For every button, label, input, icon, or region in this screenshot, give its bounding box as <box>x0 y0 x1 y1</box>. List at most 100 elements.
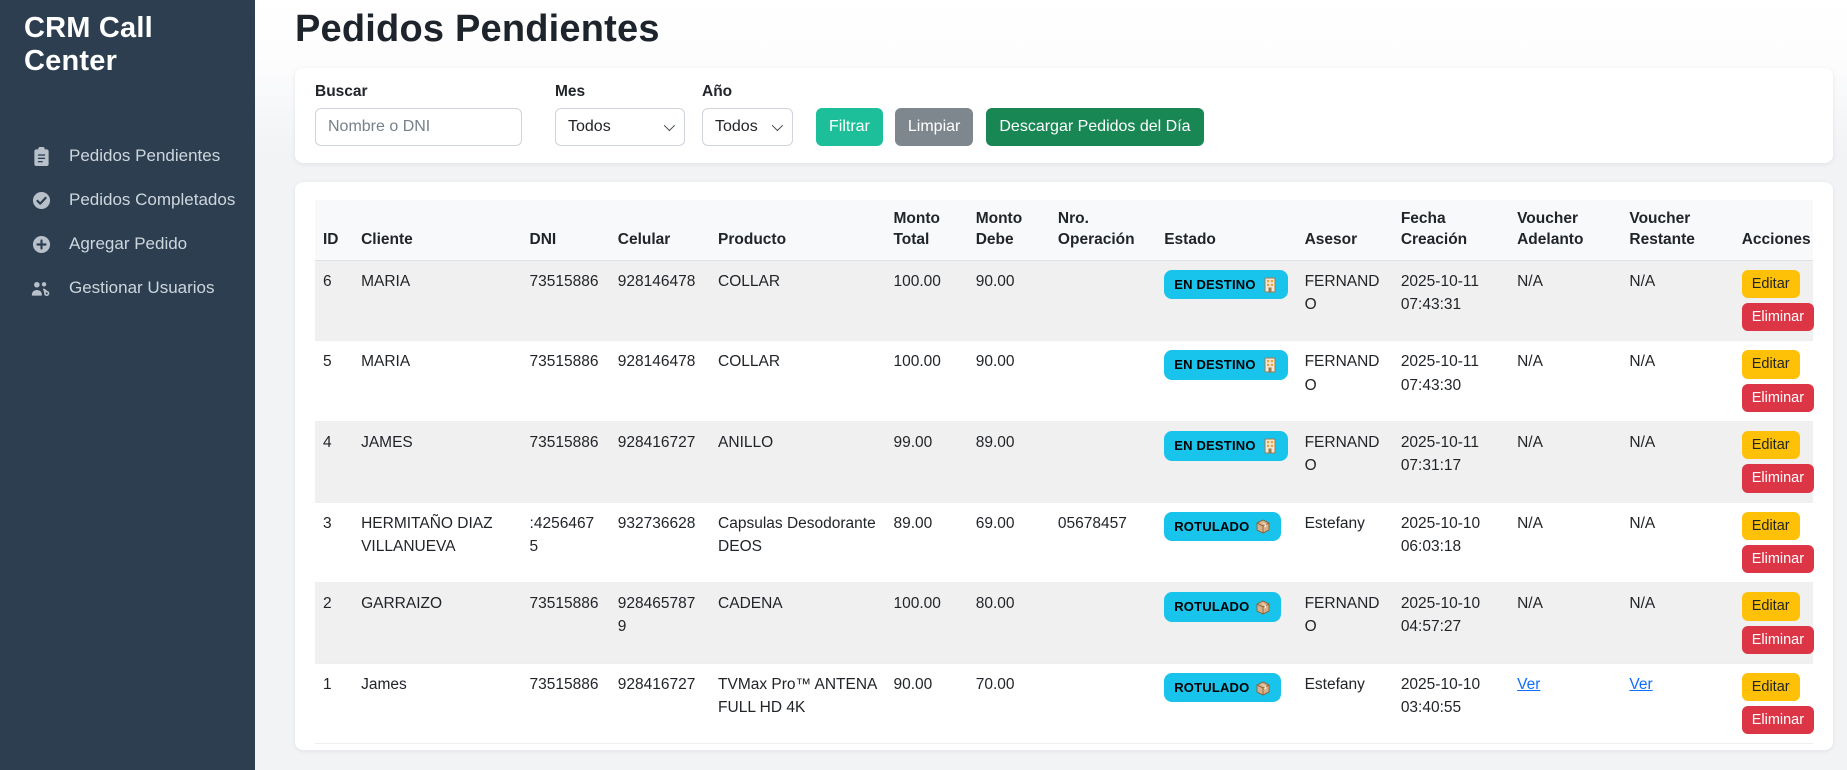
table-header-row: IDClienteDNICelularProductoMonto TotalMo… <box>315 200 1813 260</box>
cell-estado: ROTULADO <box>1156 583 1296 664</box>
cell-id: 5 <box>315 341 353 422</box>
row-actions: EditarEliminar <box>1742 512 1805 574</box>
cell-voucher_restante: N/A <box>1621 502 1733 583</box>
eliminar-button[interactable]: Eliminar <box>1742 626 1814 654</box>
cell-dni: 73515886 <box>522 260 610 341</box>
cell-id: 2 <box>315 583 353 664</box>
cell-acciones: Editar Eliminar <box>1734 583 1813 664</box>
clipboard-icon <box>31 147 52 166</box>
estado-badge: EN DESTINO <box>1164 350 1287 380</box>
buscar-label: Buscar <box>315 83 522 101</box>
cell-fecha_creacion: 2025-10-11 07:43:30 <box>1393 341 1509 422</box>
eliminar-button[interactable]: Eliminar <box>1742 303 1814 331</box>
table-row: 1James73515886928416727TVMax Pro™ ANTENA… <box>315 663 1813 744</box>
filter-card: Buscar Mes Todos Año Todos Filtrar Limpi… <box>295 68 1833 163</box>
search-input[interactable] <box>315 108 522 146</box>
cell-nro_operacion: 05678457 <box>1050 502 1156 583</box>
sidebar-item-pedidos-pendientes[interactable]: Pedidos Pendientes <box>0 134 255 178</box>
table-row: 5MARIA73515886928146478COLLAR100.0090.00… <box>315 341 1813 422</box>
voucher-restante-link[interactable]: Ver <box>1629 676 1652 693</box>
descargar-pedidos-button[interactable]: Descargar Pedidos del Día <box>986 108 1203 146</box>
cell-monto_total: 89.00 <box>885 502 967 583</box>
cell-monto_total: 100.00 <box>885 260 967 341</box>
sidebar-item-agregar-pedido[interactable]: Agregar Pedido <box>0 222 255 266</box>
cell-nro_operacion <box>1050 260 1156 341</box>
eliminar-button[interactable]: Eliminar <box>1742 545 1814 573</box>
eliminar-button[interactable]: Eliminar <box>1742 706 1814 734</box>
cell-acciones: Editar Eliminar <box>1734 260 1813 341</box>
app-title: CRM Call Center <box>0 0 255 88</box>
column-header: Voucher Adelanto <box>1509 200 1621 260</box>
cell-estado: EN DESTINO <box>1156 260 1296 341</box>
cell-monto_total: 100.00 <box>885 583 967 664</box>
cell-monto_total: 90.00 <box>885 663 967 744</box>
cell-producto: TVMax Pro™ ANTENA FULL HD 4K <box>710 663 885 744</box>
sidebar-item-label: Pedidos Pendientes <box>69 146 220 166</box>
cell-dni: 73515886 <box>522 663 610 744</box>
mes-select[interactable]: Todos <box>555 108 685 146</box>
cell-celular: 928146478 <box>610 260 710 341</box>
cell-voucher_adelanto: N/A <box>1509 502 1621 583</box>
package-icon <box>1255 518 1271 534</box>
cell-celular: 9284657879 <box>610 583 710 664</box>
voucher-adelanto-link[interactable]: Ver <box>1517 676 1540 693</box>
column-header: DNI <box>522 200 610 260</box>
cell-asesor: FERNANDO <box>1297 422 1393 503</box>
cell-producto: CADENA <box>710 583 885 664</box>
filter-form: Buscar Mes Todos Año Todos Filtrar Limpi… <box>315 83 1813 146</box>
mes-select-value: Todos <box>568 118 611 136</box>
check-circle-icon <box>31 191 52 210</box>
plus-circle-icon <box>31 235 52 254</box>
sidebar-item-gestionar-usuarios[interactable]: Gestionar Usuarios <box>0 266 255 310</box>
editar-button[interactable]: Editar <box>1742 350 1800 378</box>
mes-label: Mes <box>555 83 685 101</box>
filtrar-button[interactable]: Filtrar <box>816 108 883 146</box>
cell-estado: ROTULADO <box>1156 663 1296 744</box>
sidebar-item-label: Pedidos Completados <box>69 190 235 210</box>
eliminar-button[interactable]: Eliminar <box>1742 464 1814 492</box>
table-row: 3HERMITAÑO DIAZ VILLANUEVA:4256467593273… <box>315 502 1813 583</box>
estado-label: ROTULADO <box>1174 517 1249 537</box>
column-header: Monto Total <box>885 200 967 260</box>
cell-monto_debe: 80.00 <box>968 583 1050 664</box>
cell-acciones: Editar Eliminar <box>1734 341 1813 422</box>
column-header: Producto <box>710 200 885 260</box>
limpiar-button[interactable]: Limpiar <box>895 108 973 146</box>
buscar-group: Buscar <box>315 83 522 146</box>
cell-cliente: MARIA <box>353 260 521 341</box>
editar-button[interactable]: Editar <box>1742 673 1800 701</box>
estado-badge: ROTULADO <box>1164 512 1281 542</box>
cell-acciones: Editar Eliminar <box>1734 422 1813 503</box>
table-row: 2GARRAIZO735158869284657879CADENA100.008… <box>315 583 1813 664</box>
row-actions: EditarEliminar <box>1742 673 1805 735</box>
estado-badge: EN DESTINO <box>1164 270 1287 300</box>
column-header: Asesor <box>1297 200 1393 260</box>
cell-fecha_creacion: 2025-10-11 07:43:31 <box>1393 260 1509 341</box>
sidebar-item-pedidos-completados[interactable]: Pedidos Completados <box>0 178 255 222</box>
column-header: Nro. Operación <box>1050 200 1156 260</box>
cell-nro_operacion <box>1050 583 1156 664</box>
estado-label: EN DESTINO <box>1174 275 1255 295</box>
cell-id: 4 <box>315 422 353 503</box>
cell-celular: 928416727 <box>610 422 710 503</box>
editar-button[interactable]: Editar <box>1742 270 1800 298</box>
sidebar: CRM Call Center Pedidos Pendientes Pedido… <box>0 0 255 770</box>
cell-nro_operacion <box>1050 422 1156 503</box>
eliminar-button[interactable]: Eliminar <box>1742 384 1814 412</box>
cell-estado: EN DESTINO <box>1156 422 1296 503</box>
editar-button[interactable]: Editar <box>1742 592 1800 620</box>
editar-button[interactable]: Editar <box>1742 431 1800 459</box>
page-title: Pedidos Pendientes <box>295 8 1833 51</box>
cell-id: 3 <box>315 502 353 583</box>
column-header: Estado <box>1156 200 1296 260</box>
column-header: Voucher Restante <box>1621 200 1733 260</box>
ano-select[interactable]: Todos <box>702 108 793 146</box>
editar-button[interactable]: Editar <box>1742 512 1800 540</box>
cell-dni: 73515886 <box>522 422 610 503</box>
cell-cliente: James <box>353 663 521 744</box>
estado-label: ROTULADO <box>1174 597 1249 617</box>
cell-dni: 73515886 <box>522 341 610 422</box>
cell-dni: :42564675 <box>522 502 610 583</box>
building-icon <box>1262 438 1278 454</box>
cell-voucher_adelanto: Ver <box>1509 663 1621 744</box>
